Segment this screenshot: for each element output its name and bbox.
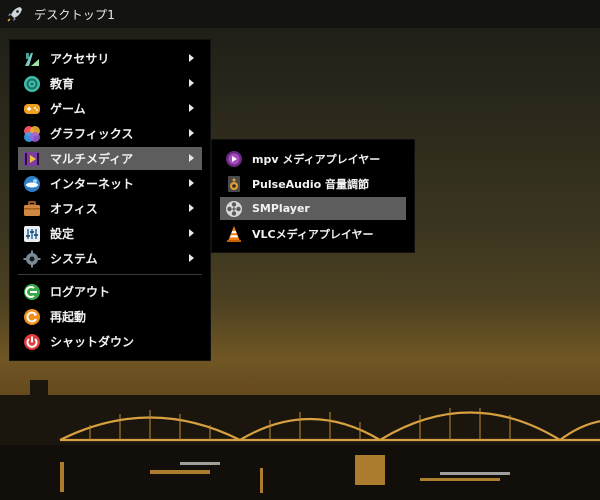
restart-icon: [22, 307, 42, 327]
menu-item-settings[interactable]: 設定: [18, 222, 202, 245]
gamepad-icon: [22, 99, 42, 119]
submenu-arrow-icon: [189, 104, 194, 112]
settings-icon: [22, 224, 42, 244]
menu-item-office[interactable]: オフィス: [18, 197, 202, 220]
submenu-item-label: SMPlayer: [252, 202, 310, 215]
menu-item-label: ゲーム: [50, 102, 86, 116]
submenu-arrow-icon: [189, 229, 194, 237]
office-briefcase-icon: [22, 199, 42, 219]
menu-item-label: マルチメディア: [50, 152, 134, 166]
menu-item-label: ログアウト: [50, 285, 111, 299]
submenu-arrow-icon: [189, 54, 194, 62]
workspace-title: デスクトップ1: [34, 7, 116, 22]
top-panel: デスクトップ1: [0, 0, 600, 28]
submenu-item-label: mpv メディアプレイヤー: [252, 152, 381, 166]
menu-item-internet[interactable]: インターネット: [18, 172, 202, 195]
menu-item-logout[interactable]: ログアウト: [18, 280, 202, 303]
speaker-icon: [224, 174, 244, 194]
submenu-item-label: VLCメディアプレイヤー: [252, 227, 374, 241]
menu-item-accessories[interactable]: アクセサリ: [18, 47, 202, 70]
multimedia-icon: [22, 149, 42, 169]
menu-item-label: インターネット: [50, 177, 135, 191]
film-reel-icon: [224, 199, 244, 219]
submenu-arrow-icon: [189, 154, 194, 162]
submenu-item-mpv[interactable]: mpv メディアプレイヤー: [220, 147, 406, 170]
menu-item-label: グラフィックス: [50, 127, 134, 141]
menu-item-label: システム: [50, 252, 98, 266]
menu-separator: [18, 274, 202, 275]
menu-item-graphics[interactable]: グラフィックス: [18, 122, 202, 145]
multimedia-submenu: mpv メディアプレイヤー PulseAudio 音量調節 SMPlayer V…: [212, 140, 414, 252]
menu-item-label: 再起動: [50, 310, 87, 324]
application-menu: アクセサリ 教育 ゲーム グラフィックス マルチメディア インターネット オフィ…: [10, 40, 210, 360]
graphics-icon: [22, 124, 42, 144]
menu-item-restart[interactable]: 再起動: [18, 305, 202, 328]
menu-item-shutdown[interactable]: シャットダウン: [18, 330, 202, 353]
submenu-item-smplayer[interactable]: SMPlayer: [220, 197, 406, 220]
submenu-arrow-icon: [189, 254, 194, 262]
menu-item-label: シャットダウン: [50, 335, 135, 349]
submenu-item-pulseaudio[interactable]: PulseAudio 音量調節: [220, 172, 406, 195]
menu-item-games[interactable]: ゲーム: [18, 97, 202, 120]
submenu-item-vlc[interactable]: VLCメディアプレイヤー: [220, 222, 406, 245]
menu-item-education[interactable]: 教育: [18, 72, 202, 95]
internet-icon: [22, 174, 42, 194]
rocket-icon: [7, 7, 22, 22]
menu-item-multimedia[interactable]: マルチメディア: [18, 147, 202, 170]
education-icon: [22, 74, 42, 94]
vlc-cone-icon: [224, 224, 244, 244]
submenu-item-label: PulseAudio 音量調節: [252, 177, 370, 191]
menu-item-label: アクセサリ: [50, 52, 110, 66]
submenu-arrow-icon: [189, 204, 194, 212]
menu-launcher-button[interactable]: [4, 3, 26, 25]
accessories-icon: [22, 49, 42, 69]
menu-item-label: 設定: [50, 227, 75, 241]
shutdown-icon: [22, 332, 42, 352]
submenu-arrow-icon: [189, 79, 194, 87]
menu-item-label: 教育: [50, 77, 75, 91]
menu-item-system[interactable]: システム: [18, 247, 202, 270]
submenu-arrow-icon: [189, 179, 194, 187]
menu-item-label: オフィス: [50, 202, 98, 216]
submenu-arrow-icon: [189, 129, 194, 137]
logout-icon: [22, 282, 42, 302]
mpv-icon: [224, 149, 244, 169]
system-gear-icon: [22, 249, 42, 269]
